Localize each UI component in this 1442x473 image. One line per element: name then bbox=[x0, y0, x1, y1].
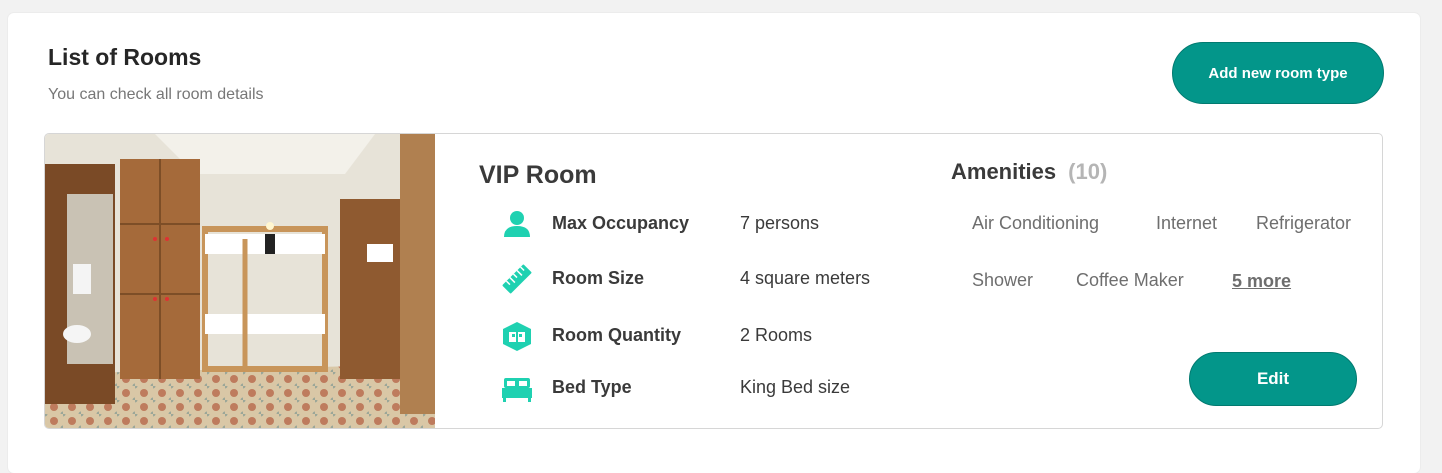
spec-value-room-quantity: 2 Rooms bbox=[740, 325, 813, 345]
spec-value-room-size: 4 square meters bbox=[740, 268, 871, 288]
edit-room-button[interactable]: Edit bbox=[1189, 352, 1357, 406]
room-quantity-icon bbox=[503, 322, 531, 351]
amenity-item: Refrigerator bbox=[1256, 213, 1352, 233]
amenity-item: Coffee Maker bbox=[1076, 270, 1184, 290]
page-title: List of Rooms bbox=[48, 44, 202, 70]
ruler-icon bbox=[502, 264, 532, 294]
bed-icon bbox=[502, 378, 532, 402]
spec-label-room-size: Room Size bbox=[552, 268, 645, 288]
amenity-item: Shower bbox=[972, 270, 1034, 290]
amenities-count: (10) bbox=[1068, 159, 1108, 184]
spec-value-bed-type: King Bed size bbox=[740, 377, 851, 397]
room-card: VIP Room Max Occupancy 7 persons Room Si… bbox=[44, 133, 1383, 429]
amenity-item: Air Conditioning bbox=[972, 213, 1100, 233]
amenities-title: Amenities (10) bbox=[951, 159, 1107, 185]
page-subtitle: You can check all room details bbox=[48, 86, 264, 103]
add-room-type-button[interactable]: Add new room type bbox=[1172, 42, 1384, 104]
person-icon bbox=[504, 211, 530, 237]
amenities-title-label: Amenities bbox=[951, 159, 1057, 184]
spec-value-max-occupancy: 7 persons bbox=[740, 213, 820, 233]
spec-label-bed-type: Bed Type bbox=[552, 377, 632, 397]
room-photo bbox=[45, 134, 435, 428]
amenity-item: Internet bbox=[1156, 213, 1218, 233]
spec-label-max-occupancy: Max Occupancy bbox=[552, 213, 690, 233]
room-name: VIP Room bbox=[479, 161, 597, 189]
spec-label-room-quantity: Room Quantity bbox=[552, 325, 681, 345]
more-amenities-link[interactable]: 5 more bbox=[1232, 271, 1291, 292]
